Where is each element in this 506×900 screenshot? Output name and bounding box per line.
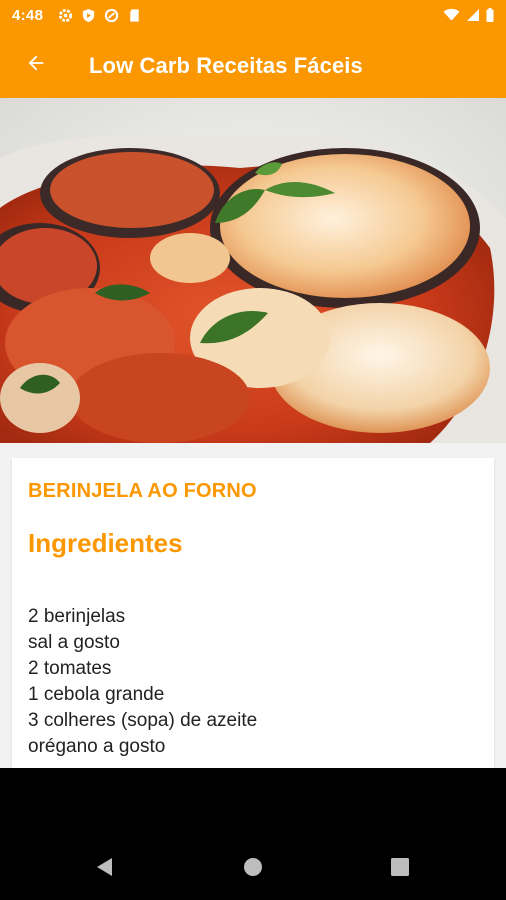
recipe-title: BERINJELA AO FORNO [28, 480, 257, 502]
sd-card-icon [127, 8, 142, 23]
nav-home-button[interactable] [238, 854, 268, 884]
play-protect-icon [81, 8, 96, 23]
ingredients-list: 2 berinjelas sal a gosto 2 tomates 1 ceb… [28, 604, 257, 760]
back-button[interactable] [16, 45, 56, 85]
back-triangle-icon [95, 857, 115, 882]
nav-recents-button[interactable] [385, 854, 415, 884]
data-saver-icon [104, 8, 119, 23]
ingredient-item: 1 cebola grande [28, 684, 165, 705]
recents-square-icon [391, 857, 409, 881]
system-nav-bar [0, 768, 506, 900]
ingredients-heading: Ingredientes [28, 528, 183, 558]
cell-signal-icon [466, 8, 480, 27]
ingredient-item: 2 tomates [28, 658, 112, 679]
status-time: 4:48 [12, 7, 44, 24]
gear-icon [58, 8, 73, 23]
app-title: Low Carb Receitas Fáceis [89, 53, 363, 78]
arrow-left-icon [25, 52, 47, 79]
wifi-icon [443, 8, 460, 27]
ingredient-item: 2 berinjelas [28, 606, 126, 627]
recipe-photo [0, 98, 506, 443]
battery-icon [486, 8, 494, 27]
ingredient-item: orégano a gosto [28, 736, 166, 757]
status-icons-left [58, 8, 142, 23]
nav-back-button[interactable] [90, 854, 120, 884]
status-bar: 4:48 [0, 0, 506, 32]
ingredient-item: 3 colheres (sopa) de azeite [28, 710, 258, 731]
ingredient-item: sal a gosto [28, 632, 120, 653]
home-circle-icon [243, 857, 263, 882]
recipe-card: BERINJELA AO FORNO Ingredientes 2 berinj… [12, 458, 494, 768]
status-icons-right [443, 8, 494, 27]
app-bar: Low Carb Receitas Fáceis [0, 32, 506, 98]
